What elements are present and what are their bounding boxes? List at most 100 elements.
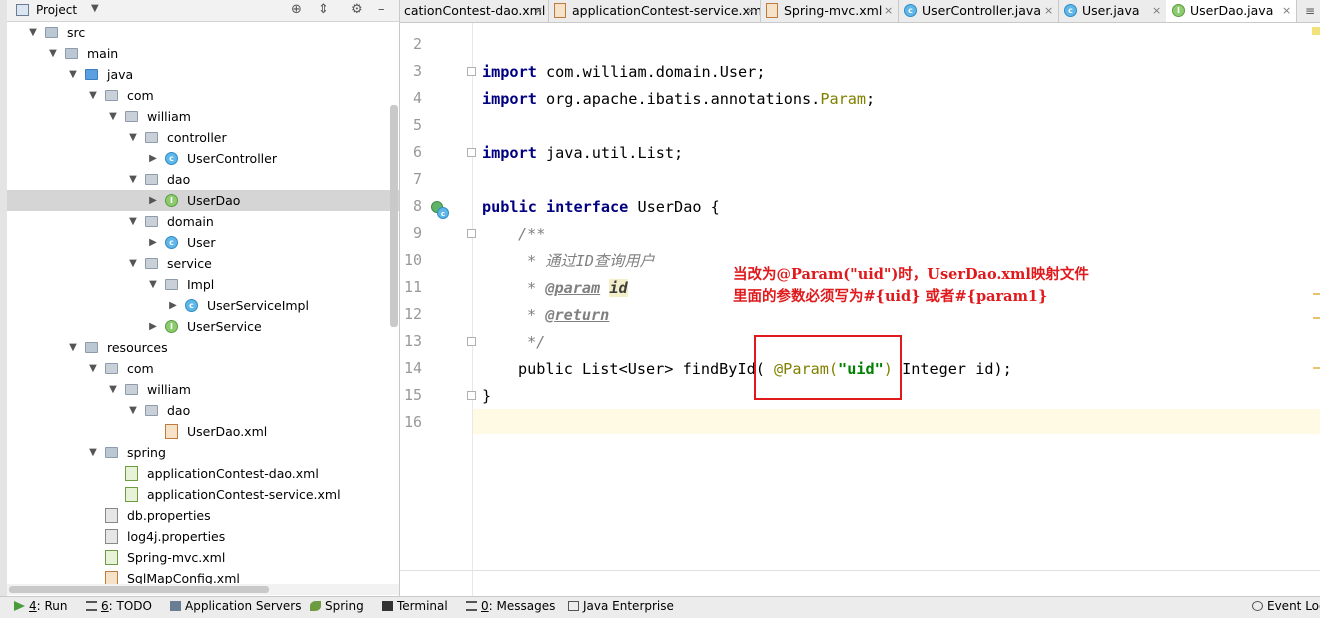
chevron-down-icon[interactable]: ▼ <box>107 106 119 127</box>
close-tab-icon[interactable]: × <box>746 0 755 22</box>
code-editor[interactable]: 2 3 4 5 6 7 8 9 10 11 12 13 14 15 16 c import com.will… <box>400 23 1320 596</box>
fold-marker-icon[interactable] <box>467 67 476 76</box>
line-number: 12 <box>403 305 422 323</box>
chevron-down-icon[interactable]: ▼ <box>127 400 139 421</box>
analysis-status-indicator[interactable] <box>1312 27 1320 35</box>
fold-marker-icon[interactable] <box>467 229 476 238</box>
chevron-down-icon[interactable]: ▼ <box>67 64 79 85</box>
chevron-down-icon[interactable]: ▼ <box>27 22 39 43</box>
package-icon <box>105 90 118 101</box>
todo-icon <box>86 601 97 611</box>
tree-item[interactable]: ▼ com <box>7 358 399 379</box>
close-tab-icon[interactable]: × <box>1152 0 1161 22</box>
hide-panel-icon[interactable]: – <box>378 2 385 17</box>
fold-marker-icon[interactable] <box>467 148 476 157</box>
chevron-down-icon[interactable]: ▼ <box>67 337 79 358</box>
close-tab-icon[interactable]: × <box>1282 0 1291 22</box>
chevron-down-icon[interactable]: ▼ <box>127 169 139 190</box>
chevron-down-icon[interactable]: ▼ <box>107 379 119 400</box>
chevron-down-icon[interactable]: ▼ <box>87 358 99 379</box>
tree-item[interactable]: ▶ c UserController <box>7 148 399 169</box>
code-line-9: /** <box>518 225 546 243</box>
tree-item[interactable]: ▼ william <box>7 379 399 400</box>
scrollbar-thumb[interactable] <box>9 586 269 593</box>
collapse-all-icon[interactable]: ⇕ <box>318 2 329 17</box>
tree-scrollbar[interactable] <box>390 105 398 327</box>
line-number: 13 <box>403 332 422 350</box>
tree-item[interactable]: ▼ william <box>7 106 399 127</box>
fold-marker-icon[interactable] <box>467 337 476 346</box>
tree-item[interactable]: ▼ resources <box>7 337 399 358</box>
warning-marker[interactable] <box>1313 367 1320 369</box>
chevron-right-icon[interactable]: ▶ <box>147 232 159 253</box>
java-enterprise-button[interactable]: Java Enterprise <box>568 599 674 613</box>
spring-tool-button[interactable]: Spring <box>310 599 364 613</box>
editor-tab[interactable]: Spring-mvc.xml × <box>760 0 899 22</box>
terminal-tool-button[interactable]: Terminal <box>382 599 448 613</box>
chevron-right-icon[interactable]: ▶ <box>147 190 159 211</box>
code-line-6: import java.util.List; <box>482 144 684 162</box>
gear-icon[interactable]: ⚙ <box>351 2 363 17</box>
code-line-3: import com.william.domain.User; <box>482 63 766 81</box>
spring-xml-icon <box>766 3 778 18</box>
tree-item[interactable]: ▶ c UserServiceImpl <box>7 295 399 316</box>
tree-item[interactable]: applicationContest-service.xml <box>7 484 399 505</box>
tree-item-label: java <box>107 67 134 82</box>
tree-item[interactable]: ▼ domain <box>7 211 399 232</box>
tree-item[interactable]: Spring-mvc.xml <box>7 547 399 568</box>
tree-item-label: Spring-mvc.xml <box>127 550 226 565</box>
warning-marker[interactable] <box>1313 293 1320 295</box>
editor-tab[interactable]: I UserDao.java × <box>1166 0 1297 22</box>
fold-marker-icon[interactable] <box>467 391 476 400</box>
event-log-button[interactable]: Event Log <box>1252 599 1320 613</box>
close-tab-icon[interactable]: × <box>534 0 543 22</box>
tree-item-label: spring <box>127 445 166 460</box>
chevron-down-icon[interactable]: ▼ <box>87 85 99 106</box>
tree-item[interactable]: ▼ com <box>7 85 399 106</box>
tree-item[interactable]: UserDao.xml <box>7 421 399 442</box>
chevron-down-icon[interactable]: ▼ <box>127 127 139 148</box>
tree-item[interactable]: log4j.properties <box>7 526 399 547</box>
chevron-down-icon[interactable]: ▼ <box>91 3 99 14</box>
tree-item[interactable]: ▼ java <box>7 64 399 85</box>
code-line-4: import org.apache.ibatis.annotations.Par… <box>482 90 876 108</box>
chevron-down-icon[interactable]: ▼ <box>127 253 139 274</box>
tree-item[interactable]: ▼ Impl <box>7 274 399 295</box>
editor-tab[interactable]: c UserController.java × <box>898 0 1059 22</box>
tree-item[interactable]: ▶ c User <box>7 232 399 253</box>
tree-item[interactable]: ▶ I UserDao <box>7 190 399 211</box>
close-tab-icon[interactable]: × <box>1044 0 1053 22</box>
editor-tab[interactable]: c User.java × <box>1058 0 1167 22</box>
project-panel-title[interactable]: Project <box>36 3 77 17</box>
chevron-right-icon[interactable]: ▶ <box>147 316 159 337</box>
chevron-right-icon[interactable]: ▶ <box>147 148 159 169</box>
warning-marker[interactable] <box>1313 317 1320 319</box>
chevron-down-icon[interactable]: ▼ <box>147 274 159 295</box>
application-servers-button[interactable]: Application Servers <box>170 599 301 613</box>
tree-item[interactable]: db.properties <box>7 505 399 526</box>
editor-tab[interactable]: cationContest-dao.xml × <box>400 0 549 22</box>
crosshair-icon[interactable]: ⊕ <box>291 2 302 17</box>
tree-horizontal-scrollbar[interactable] <box>7 584 399 595</box>
tree-item[interactable]: ▼ spring <box>7 442 399 463</box>
chevron-down-icon[interactable]: ▼ <box>47 43 59 64</box>
run-tool-button[interactable]: 4: Run <box>14 599 68 613</box>
tree-item[interactable]: ▶ I UserService <box>7 316 399 337</box>
chevron-down-icon[interactable]: ▼ <box>87 442 99 463</box>
chevron-right-icon[interactable]: ▶ <box>167 295 179 316</box>
tree-item[interactable]: ▼ src <box>7 22 399 43</box>
implemented-interface-icon[interactable]: c <box>430 200 450 220</box>
todo-tool-button[interactable]: 6: TODO <box>86 599 152 613</box>
tree-item[interactable]: ▼ main <box>7 43 399 64</box>
tab-list-menu-icon[interactable]: ≡ <box>1300 0 1320 22</box>
tree-item[interactable]: ▼ service <box>7 253 399 274</box>
tree-item[interactable]: ▼ dao <box>7 169 399 190</box>
tree-item[interactable]: applicationContest-dao.xml <box>7 463 399 484</box>
close-tab-icon[interactable]: × <box>884 0 893 22</box>
chevron-down-icon[interactable]: ▼ <box>127 211 139 232</box>
tree-item[interactable]: ▼ dao <box>7 400 399 421</box>
tree-item[interactable]: ▼ controller <box>7 127 399 148</box>
messages-tool-button[interactable]: 0: Messages <box>466 599 555 613</box>
spring-xml-icon <box>105 550 118 565</box>
editor-tab[interactable]: applicationContest-service.xml × <box>548 0 761 22</box>
